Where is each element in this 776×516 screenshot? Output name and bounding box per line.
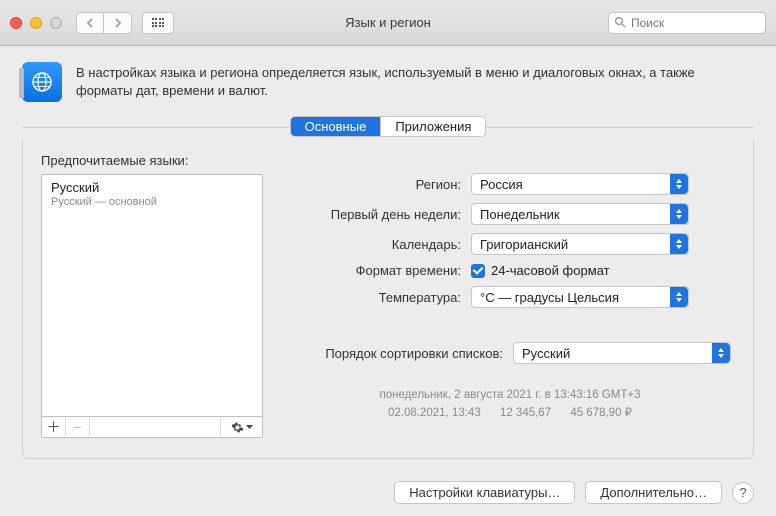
- show-all-button[interactable]: [142, 12, 174, 34]
- sort-order-label: Порядок сортировки списков:: [285, 346, 513, 361]
- gear-icon: [231, 421, 244, 434]
- window-zoom-button: [50, 17, 62, 29]
- time-format-checkbox-label: 24-часовой формат: [491, 263, 610, 278]
- first-day-select[interactable]: Понедельник: [471, 203, 689, 225]
- tab-apps[interactable]: Приложения: [380, 117, 485, 136]
- updown-icon: [670, 204, 688, 224]
- keyboard-settings-button[interactable]: Настройки клавиатуры…: [394, 481, 575, 504]
- tab-general[interactable]: Основные: [291, 117, 381, 136]
- updown-icon: [670, 234, 688, 254]
- calendar-select[interactable]: Григорианский: [471, 233, 689, 255]
- time-format-checkbox[interactable]: [471, 264, 485, 278]
- region-select[interactable]: Россия: [471, 173, 689, 195]
- temperature-label: Температура:: [285, 290, 471, 305]
- pane-description: В настройках языка и региона определяетс…: [76, 62, 754, 102]
- advanced-button[interactable]: Дополнительно…: [585, 481, 722, 504]
- tab-bar: Основные Приложения: [290, 116, 487, 137]
- region-label: Регион:: [285, 177, 471, 192]
- time-format-label: Формат времени:: [285, 263, 471, 278]
- calendar-label: Календарь:: [285, 237, 471, 252]
- window-titlebar: Язык и регион: [0, 0, 776, 46]
- chevron-down-icon: [246, 425, 253, 430]
- grid-icon: [152, 18, 165, 27]
- add-language-button[interactable]: ＋: [42, 417, 66, 437]
- temperature-select[interactable]: °C — градусы Цельсия: [471, 286, 689, 308]
- language-action-menu[interactable]: [220, 417, 262, 437]
- remove-language-button: −: [66, 417, 90, 437]
- pane-header: В настройках языка и региона определяетс…: [0, 46, 776, 116]
- settings-panel: Предпочитаемые языки: Русский Русский — …: [22, 139, 754, 459]
- window-minimize-button[interactable]: [30, 17, 42, 29]
- nav-forward-button[interactable]: [104, 12, 132, 34]
- first-day-label: Первый день недели:: [285, 207, 471, 222]
- list-item[interactable]: Русский Русский — основной: [42, 175, 262, 213]
- globe-icon: [22, 62, 62, 102]
- sort-order-select[interactable]: Русский: [513, 342, 731, 364]
- updown-icon: [712, 343, 730, 363]
- language-list[interactable]: Русский Русский — основной: [41, 174, 263, 416]
- search-input[interactable]: [608, 12, 766, 34]
- search-icon: [614, 16, 626, 28]
- updown-icon: [670, 287, 688, 307]
- help-button[interactable]: ?: [732, 482, 754, 504]
- language-subtitle: Русский — основной: [51, 196, 253, 208]
- preferred-languages-label: Предпочитаемые языки:: [41, 153, 263, 168]
- language-name: Русский: [51, 180, 253, 195]
- format-examples: понедельник, 2 августа 2021 г. в 13:43:1…: [285, 386, 735, 423]
- traffic-lights: [10, 17, 62, 29]
- language-list-toolbar: ＋ −: [41, 416, 263, 438]
- nav-back-button[interactable]: [76, 12, 104, 34]
- window-close-button[interactable]: [10, 17, 22, 29]
- updown-icon: [670, 174, 688, 194]
- window-title: Язык и регион: [345, 15, 431, 30]
